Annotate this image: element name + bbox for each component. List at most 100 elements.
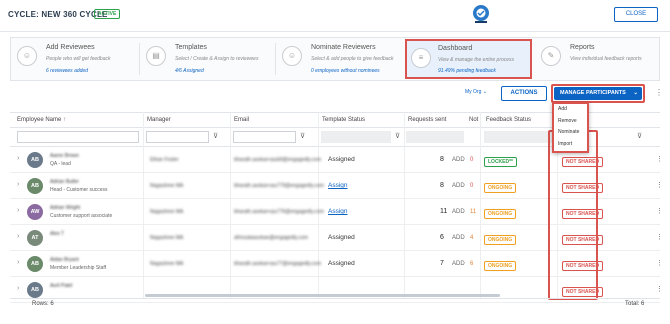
employee-role: Member Leadership Staff	[50, 265, 107, 271]
status-badge: ACTIVE	[94, 9, 121, 19]
manage-participants-button[interactable]: MANAGE PARTICIPANTS ⌄	[554, 87, 642, 100]
step-subtitle: View individual feedback reports	[570, 56, 642, 62]
email-filter-input[interactable]	[233, 131, 296, 143]
col-employee-name[interactable]: Employee Name ↑	[17, 117, 66, 123]
row-menu-icon[interactable]: ⋮	[656, 181, 663, 189]
avatar: AB	[27, 178, 43, 194]
page-title: CYCLE: NEW 360 CYCLE	[8, 10, 108, 19]
menu-item-nominate[interactable]: Nominate	[554, 127, 587, 139]
col-email[interactable]: Email	[234, 117, 249, 123]
filter-icon[interactable]: ⊽	[395, 132, 400, 140]
col-feedback-status[interactable]: Feedback Status	[486, 117, 531, 123]
step-title: Add Reviewees	[46, 44, 95, 51]
step-subtitle: Select / Create & Assign to reviewees	[175, 56, 259, 62]
feedback-status-badge: ONGOING	[484, 261, 517, 271]
menu-item-add[interactable]: Add	[554, 104, 587, 116]
employee-name[interactable]: Adrian Butler	[50, 179, 79, 185]
workflow-steps: ☺ Add Reviewees People who will get feed…	[10, 37, 660, 81]
employee-role: Customer support associate	[50, 213, 113, 219]
filter-icon[interactable]: ⊽	[213, 132, 218, 140]
row-menu-icon[interactable]: ⋮	[656, 207, 663, 215]
horizontal-scrollbar[interactable]	[145, 294, 500, 297]
manage-participants-menu: Add Remove Nominate Import	[552, 102, 589, 153]
template-status[interactable]: Assign	[328, 182, 348, 189]
employee-name[interactable]: Avril Patel	[50, 283, 72, 289]
not-count: 4	[470, 235, 474, 241]
feedback-status-badge: ONGOING	[484, 235, 517, 245]
col-requests-sent[interactable]: Requests sent	[408, 117, 446, 123]
step-subtitle: Select & add people to give feedback	[311, 56, 394, 62]
template-status: Assigned	[328, 260, 355, 267]
step-add-reviewees[interactable]: ☺ Add Reviewees People who will get feed…	[11, 38, 139, 80]
email-value: bharath.asokan+pu779@engagedly.com	[234, 183, 324, 189]
col-not[interactable]: Not	[469, 117, 478, 123]
employee-name[interactable]: Aidan Bryant	[50, 257, 79, 263]
template-status[interactable]: Assign	[328, 208, 348, 215]
step-subtitle: View & manage the entire process	[438, 57, 515, 63]
requests-filter-input	[406, 131, 464, 143]
step-nominate-reviewers[interactable]: ☺ Nominate Reviewers Select & add people…	[276, 38, 404, 80]
step-title: Dashboard	[438, 45, 473, 52]
expand-chevron-icon[interactable]: ›	[17, 207, 19, 214]
dashboard-icon: ≡	[411, 48, 431, 68]
more-options-icon[interactable]: ⋮	[655, 88, 663, 97]
template-status: Assigned	[328, 156, 355, 163]
col-template-status[interactable]: Template Status	[322, 117, 365, 123]
email-value: bharath.asokan+pu776@engagedly.com	[234, 209, 324, 215]
step-meta[interactable]: 4/6 Assigned	[175, 68, 204, 74]
step-dashboard[interactable]: ≡ Dashboard View & manage the entire pro…	[405, 39, 532, 79]
manager-filter-input[interactable]	[146, 131, 209, 143]
actions-button[interactable]: ACTIONS	[501, 86, 547, 101]
share-column-highlight	[548, 130, 598, 300]
add-request-link[interactable]: ADD	[452, 209, 465, 215]
step-meta[interactable]: 0 employees without nominees	[311, 68, 380, 74]
email-value: afrinzataasokan@engagedly.com	[234, 235, 308, 241]
add-request-link[interactable]: ADD	[452, 183, 465, 189]
employee-filter-input[interactable]	[17, 131, 139, 143]
total-count: Total: 6	[625, 301, 645, 307]
not-count: 6	[470, 261, 474, 267]
col-manager[interactable]: Manager	[147, 117, 171, 123]
step-meta[interactable]: 6 reviewees added	[46, 68, 88, 74]
manager-name: Nagashree MA	[150, 209, 184, 215]
employee-name[interactable]: Adrian Wright	[50, 205, 80, 211]
add-request-link[interactable]: ADD	[452, 157, 465, 163]
row-menu-icon[interactable]: ⋮	[656, 155, 663, 163]
avatar: AB	[27, 282, 43, 298]
employee-name[interactable]: Alex T	[50, 231, 64, 237]
expand-chevron-icon[interactable]: ›	[17, 155, 19, 162]
not-count: 0	[470, 157, 474, 163]
template-filter-input	[321, 131, 391, 143]
col-employee-name-label: Employee Name	[17, 117, 62, 123]
step-meta[interactable]: 91.49% pending feedback	[438, 68, 496, 74]
step-subtitle: People who will get feedback	[46, 56, 111, 62]
expand-chevron-icon[interactable]: ›	[17, 233, 19, 240]
requests-sent-count: 8	[440, 156, 444, 163]
row-menu-icon[interactable]: ⋮	[656, 259, 663, 267]
menu-item-remove[interactable]: Remove	[554, 116, 587, 128]
requests-sent-count: 8	[440, 182, 444, 189]
requests-sent-count: 11	[440, 208, 448, 215]
add-request-link[interactable]: ADD	[452, 235, 465, 241]
employee-role: QA - lead	[50, 161, 71, 167]
step-templates[interactable]: ▤ Templates Select / Create & Assign to …	[140, 38, 275, 80]
employee-name[interactable]: Aaron Brown	[50, 153, 79, 159]
menu-item-import[interactable]: Import	[554, 139, 587, 151]
row-menu-icon[interactable]: ⋮	[656, 233, 663, 241]
not-count: 11	[470, 209, 477, 215]
expand-chevron-icon[interactable]: ›	[17, 259, 19, 266]
org-filter-dropdown[interactable]: My Org ⌄	[465, 89, 487, 95]
rows-count: Rows: 6	[32, 301, 54, 307]
feedback-status-badge: ONGOING	[484, 209, 517, 219]
row-menu-icon[interactable]: ⋮	[656, 285, 663, 293]
add-request-link[interactable]: ADD	[452, 261, 465, 267]
manager-name: Nagashree MA	[150, 235, 184, 241]
step-reports[interactable]: ✎ Reports View individual feedback repor…	[535, 38, 661, 80]
filter-icon[interactable]: ⊽	[300, 132, 305, 140]
step-title: Templates	[175, 44, 207, 51]
expand-chevron-icon[interactable]: ›	[17, 181, 19, 188]
expand-chevron-icon[interactable]: ›	[17, 285, 19, 292]
close-button[interactable]: CLOSE	[614, 7, 658, 22]
table-footer	[10, 298, 660, 314]
filter-icon[interactable]: ⊽	[637, 132, 642, 140]
